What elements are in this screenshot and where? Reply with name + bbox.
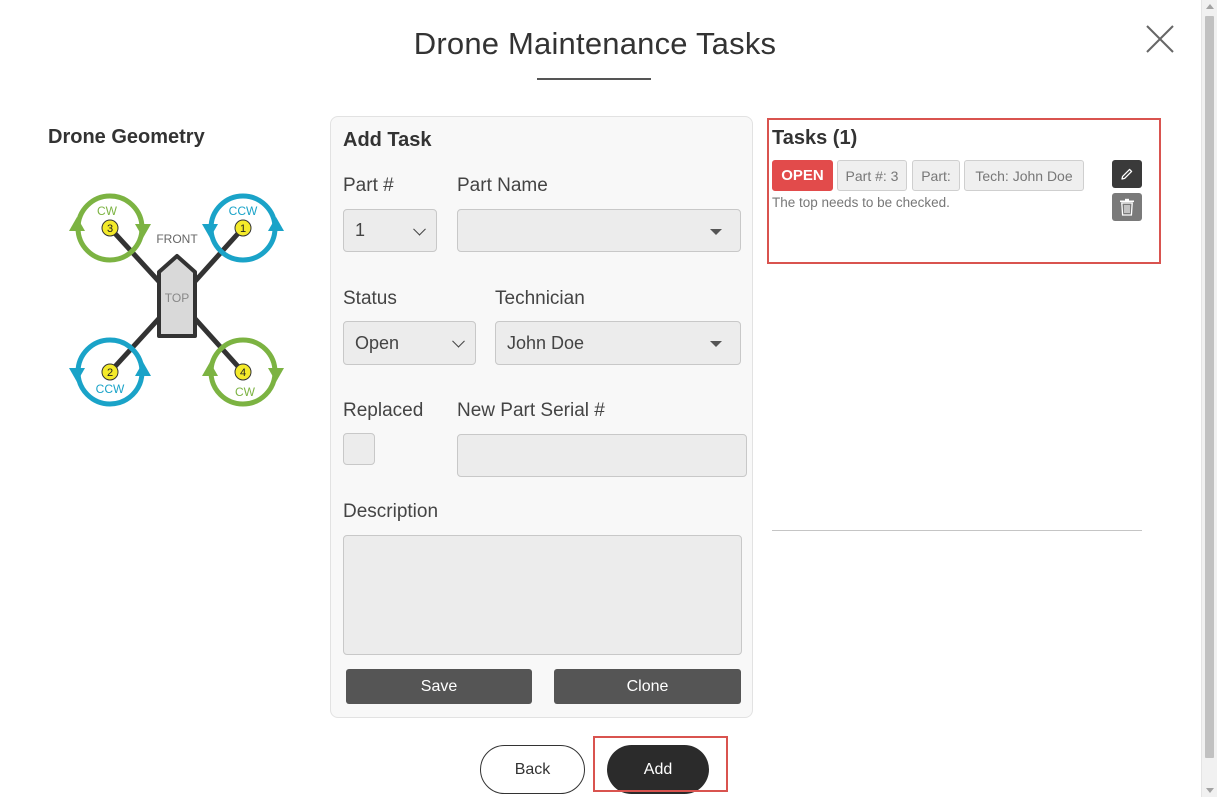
part-number-value: 1 bbox=[355, 220, 366, 240]
rotor-dir-label: CCW bbox=[229, 204, 258, 218]
description-label: Description bbox=[343, 501, 439, 522]
back-button[interactable]: Back bbox=[480, 745, 585, 794]
rotor-number: 2 bbox=[107, 367, 113, 379]
rotation-arrow-icon bbox=[135, 362, 151, 376]
scroll-up-arrow-icon[interactable] bbox=[1206, 4, 1214, 9]
rotation-arrow-icon bbox=[69, 217, 85, 231]
add-task-panel: Add Task Part # 1 Part Name Status Open … bbox=[330, 116, 753, 718]
rotor-dir-label: CCW bbox=[96, 382, 125, 396]
caret-down-icon bbox=[710, 341, 722, 347]
technician-select[interactable]: John Doe bbox=[495, 321, 741, 365]
part-number-select[interactable]: 1 bbox=[343, 209, 437, 252]
part-name-label: Part Name bbox=[457, 175, 548, 196]
status-select[interactable]: Open bbox=[343, 321, 476, 365]
rotation-arrow-icon bbox=[135, 224, 151, 238]
status-value: Open bbox=[355, 332, 400, 353]
close-icon[interactable] bbox=[1143, 22, 1177, 56]
front-label: FRONT bbox=[156, 232, 198, 246]
scroll-down-arrow-icon[interactable] bbox=[1206, 788, 1214, 793]
clone-button[interactable]: Clone bbox=[554, 669, 741, 704]
part-number-label: Part # bbox=[343, 175, 394, 196]
rotor-dir-label: CW bbox=[235, 385, 256, 399]
drone-geometry-diagram: CW 3 CCW 1 2 CCW 4 CW FRONT TOP bbox=[69, 193, 284, 407]
rotor-4: 4 CW bbox=[202, 337, 284, 407]
rotor-number: 3 bbox=[107, 223, 113, 235]
rotation-arrow-icon bbox=[202, 224, 218, 238]
rotation-arrow-icon bbox=[268, 368, 284, 382]
replaced-label: Replaced bbox=[343, 400, 424, 421]
replaced-checkbox[interactable] bbox=[343, 433, 375, 465]
title-underline bbox=[537, 78, 651, 80]
rotor-number: 4 bbox=[240, 367, 246, 379]
status-label: Status bbox=[343, 288, 397, 309]
serial-input[interactable] bbox=[457, 434, 747, 477]
chevron-down-icon bbox=[452, 334, 465, 348]
tasks-highlight-box bbox=[767, 118, 1161, 264]
serial-label: New Part Serial # bbox=[457, 400, 605, 421]
dialog-title: Drone Maintenance Tasks bbox=[413, 26, 777, 61]
description-textarea[interactable] bbox=[343, 535, 742, 655]
part-name-select[interactable] bbox=[457, 209, 741, 252]
tasks-divider bbox=[772, 530, 1142, 531]
add-highlight-box bbox=[593, 736, 728, 792]
rotor-3: CW 3 bbox=[69, 193, 151, 263]
chevron-down-icon bbox=[413, 222, 426, 236]
scroll-thumb[interactable] bbox=[1205, 16, 1214, 758]
technician-value: John Doe bbox=[507, 332, 585, 353]
rotor-2: 2 CCW bbox=[69, 337, 151, 407]
rotor-dir-label: CW bbox=[97, 204, 118, 218]
geometry-heading: Drone Geometry bbox=[48, 126, 205, 148]
technician-label: Technician bbox=[495, 288, 585, 309]
rotor-number: 1 bbox=[240, 223, 246, 235]
caret-down-icon bbox=[710, 228, 722, 235]
rotation-arrow-icon bbox=[69, 368, 85, 382]
rotation-arrow-icon bbox=[202, 362, 218, 376]
save-button[interactable]: Save bbox=[346, 669, 532, 704]
scrollbar[interactable] bbox=[1201, 0, 1217, 797]
rotation-arrow-icon bbox=[268, 217, 284, 231]
add-task-heading: Add Task bbox=[343, 129, 432, 151]
rotor-1: CCW 1 bbox=[202, 193, 284, 263]
top-label: TOP bbox=[165, 291, 189, 305]
